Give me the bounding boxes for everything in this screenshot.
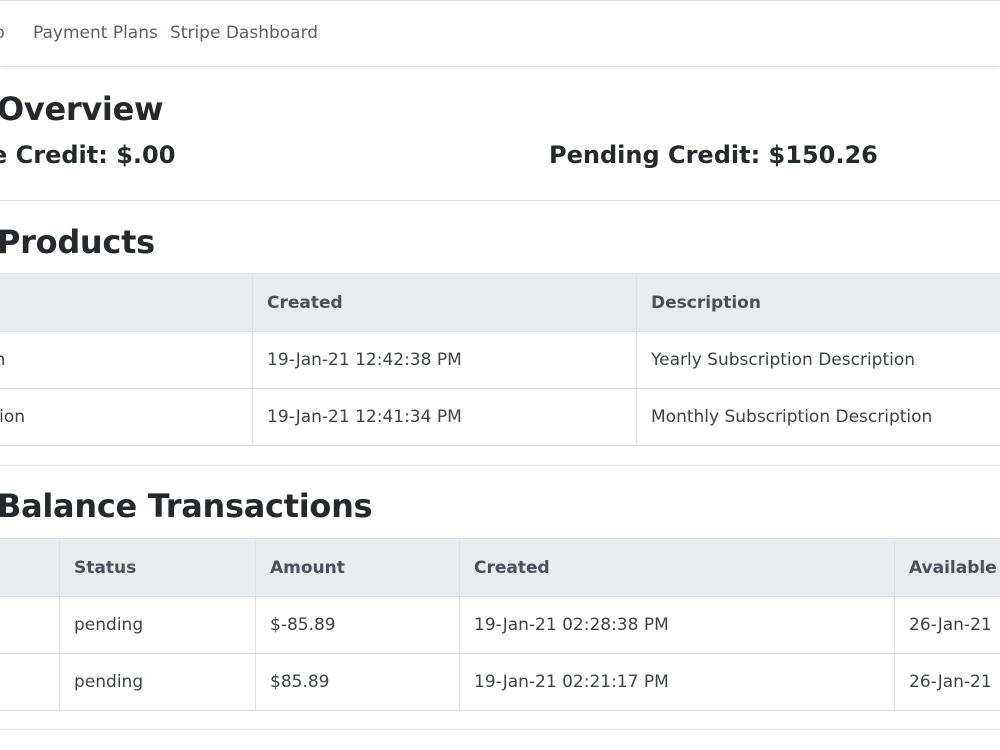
nav-item-payment-plans[interactable]: Payment Plans [33,23,158,43]
product-name-cell: cription [0,331,253,389]
products-heading: Products [0,223,155,261]
available-credit-prefix: e [0,141,7,169]
column-header-created[interactable]: Created [252,273,637,332]
transaction-amount-cell: $85.89 [255,653,460,711]
pending-credit: Pending Credit: $150.26 [549,141,878,169]
product-description-cell: Monthly Subscription Description [636,388,1000,446]
divider [0,729,1000,730]
column-header-id[interactable] [0,538,60,597]
page-viewport: p Payment Plans Stripe Dashboard Overvie… [0,0,1000,750]
product-created-cell: 19-Jan-21 12:41:34 PM [252,388,637,446]
table-row[interactable]: pending $-85.89 19-Jan-21 02:28:38 PM 26… [0,596,1000,654]
transaction-created-cell: 19-Jan-21 02:21:17 PM [459,653,895,711]
balance-transactions-table: Status Amount Created Available O pendin… [0,538,1000,711]
divider [0,465,1000,466]
transaction-status-cell: pending [59,596,256,654]
transaction-status-cell: pending [59,653,256,711]
column-header-name[interactable] [0,273,253,332]
column-header-available-on[interactable]: Available O [894,538,1000,597]
product-name-cell: bscription [0,388,253,446]
transaction-id-cell [0,596,60,654]
table-header-row: Created Description [0,273,1000,332]
product-description-cell: Yearly Subscription Description [636,331,1000,389]
table-row[interactable]: pending $85.89 19-Jan-21 02:21:17 PM 26-… [0,653,1000,711]
nav-item-stripe-dashboard[interactable]: Stripe Dashboard [170,23,318,43]
transaction-available-cell: 26-Jan-21 [894,653,1000,711]
table-header-row: Status Amount Created Available O [0,538,1000,597]
column-header-amount[interactable]: Amount [255,538,460,597]
transaction-created-cell: 19-Jan-21 02:28:38 PM [459,596,895,654]
column-header-created[interactable]: Created [459,538,895,597]
top-navbar: p Payment Plans Stripe Dashboard [0,0,1000,67]
product-created-cell: 19-Jan-21 12:42:38 PM [252,331,637,389]
available-credit-value: Credit: $.00 [15,141,176,169]
transaction-amount-cell: $-85.89 [255,596,460,654]
overview-heading: Overview [0,90,164,128]
table-row[interactable]: cription 19-Jan-21 12:42:38 PM Yearly Su… [0,331,1000,389]
column-header-description[interactable]: Description [636,273,1000,332]
transaction-available-cell: 26-Jan-21 [894,596,1000,654]
column-header-status[interactable]: Status [59,538,256,597]
table-row[interactable]: bscription 19-Jan-21 12:41:34 PM Monthly… [0,388,1000,446]
transaction-id-cell [0,653,60,711]
balance-transactions-heading: Balance Transactions [0,487,373,525]
nav-item-clipped[interactable]: p [0,23,5,43]
divider [0,200,1000,201]
available-credit: e Credit: $.00 [0,141,175,169]
products-table: Created Description cription 19-Jan-21 1… [0,273,1000,446]
